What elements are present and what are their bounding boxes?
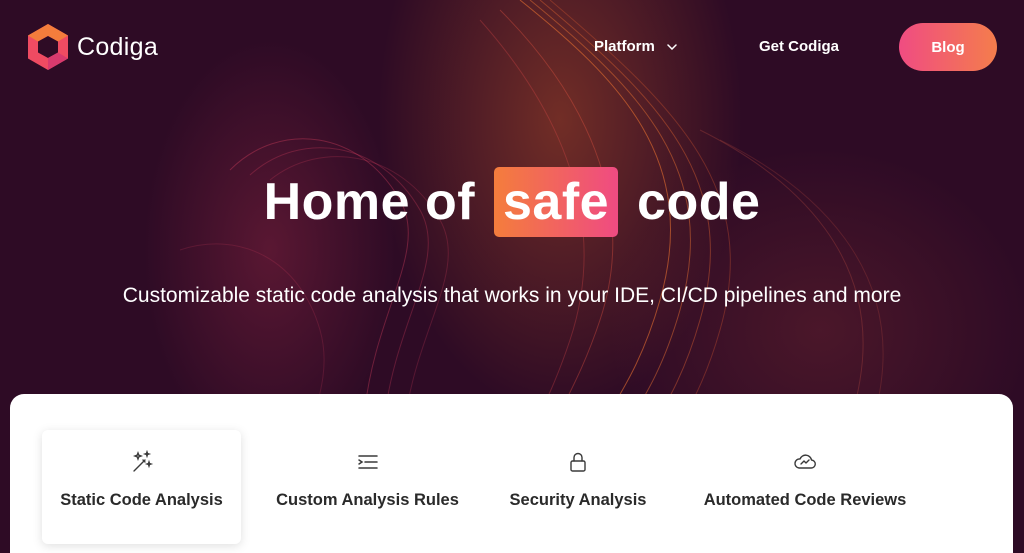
tab-custom-analysis-rules[interactable]: Custom Analysis Rules bbox=[265, 430, 470, 544]
nav-platform-menu[interactable]: Platform bbox=[594, 38, 677, 55]
brand-name: Codiga bbox=[77, 32, 159, 61]
tab-static-code-analysis[interactable]: Static Code Analysis bbox=[42, 430, 241, 544]
indent-lines-icon bbox=[356, 450, 380, 474]
chevron-down-icon bbox=[667, 43, 677, 50]
cloud-icon bbox=[792, 450, 818, 474]
nav-get-codiga-link[interactable]: Get Codiga bbox=[759, 38, 839, 55]
magic-wand-icon bbox=[130, 450, 154, 474]
tab-label: Static Code Analysis bbox=[60, 491, 223, 509]
lock-icon bbox=[566, 450, 590, 474]
codiga-logo-icon bbox=[28, 24, 68, 70]
tab-label: Security Analysis bbox=[509, 491, 647, 509]
tab-automated-code-reviews[interactable]: Automated Code Reviews bbox=[690, 430, 920, 544]
tab-label: Automated Code Reviews bbox=[703, 491, 907, 509]
nav-platform-label: Platform bbox=[594, 38, 655, 55]
feature-tabs-card: Static Code Analysis Custom Analysis Rul… bbox=[10, 394, 1013, 553]
tab-security-analysis[interactable]: Security Analysis bbox=[492, 430, 664, 544]
page-subheadline: Customizable static code analysis that w… bbox=[122, 284, 902, 307]
headline-after: code bbox=[637, 173, 761, 231]
tab-label: Custom Analysis Rules bbox=[276, 491, 459, 509]
blog-button[interactable]: Blog bbox=[899, 23, 997, 71]
codiga-logo[interactable]: Codiga bbox=[26, 22, 158, 72]
headline-highlight: safe bbox=[494, 167, 619, 237]
page-headline: Home of safe code bbox=[0, 166, 1024, 238]
headline-before: Home of bbox=[263, 173, 476, 231]
